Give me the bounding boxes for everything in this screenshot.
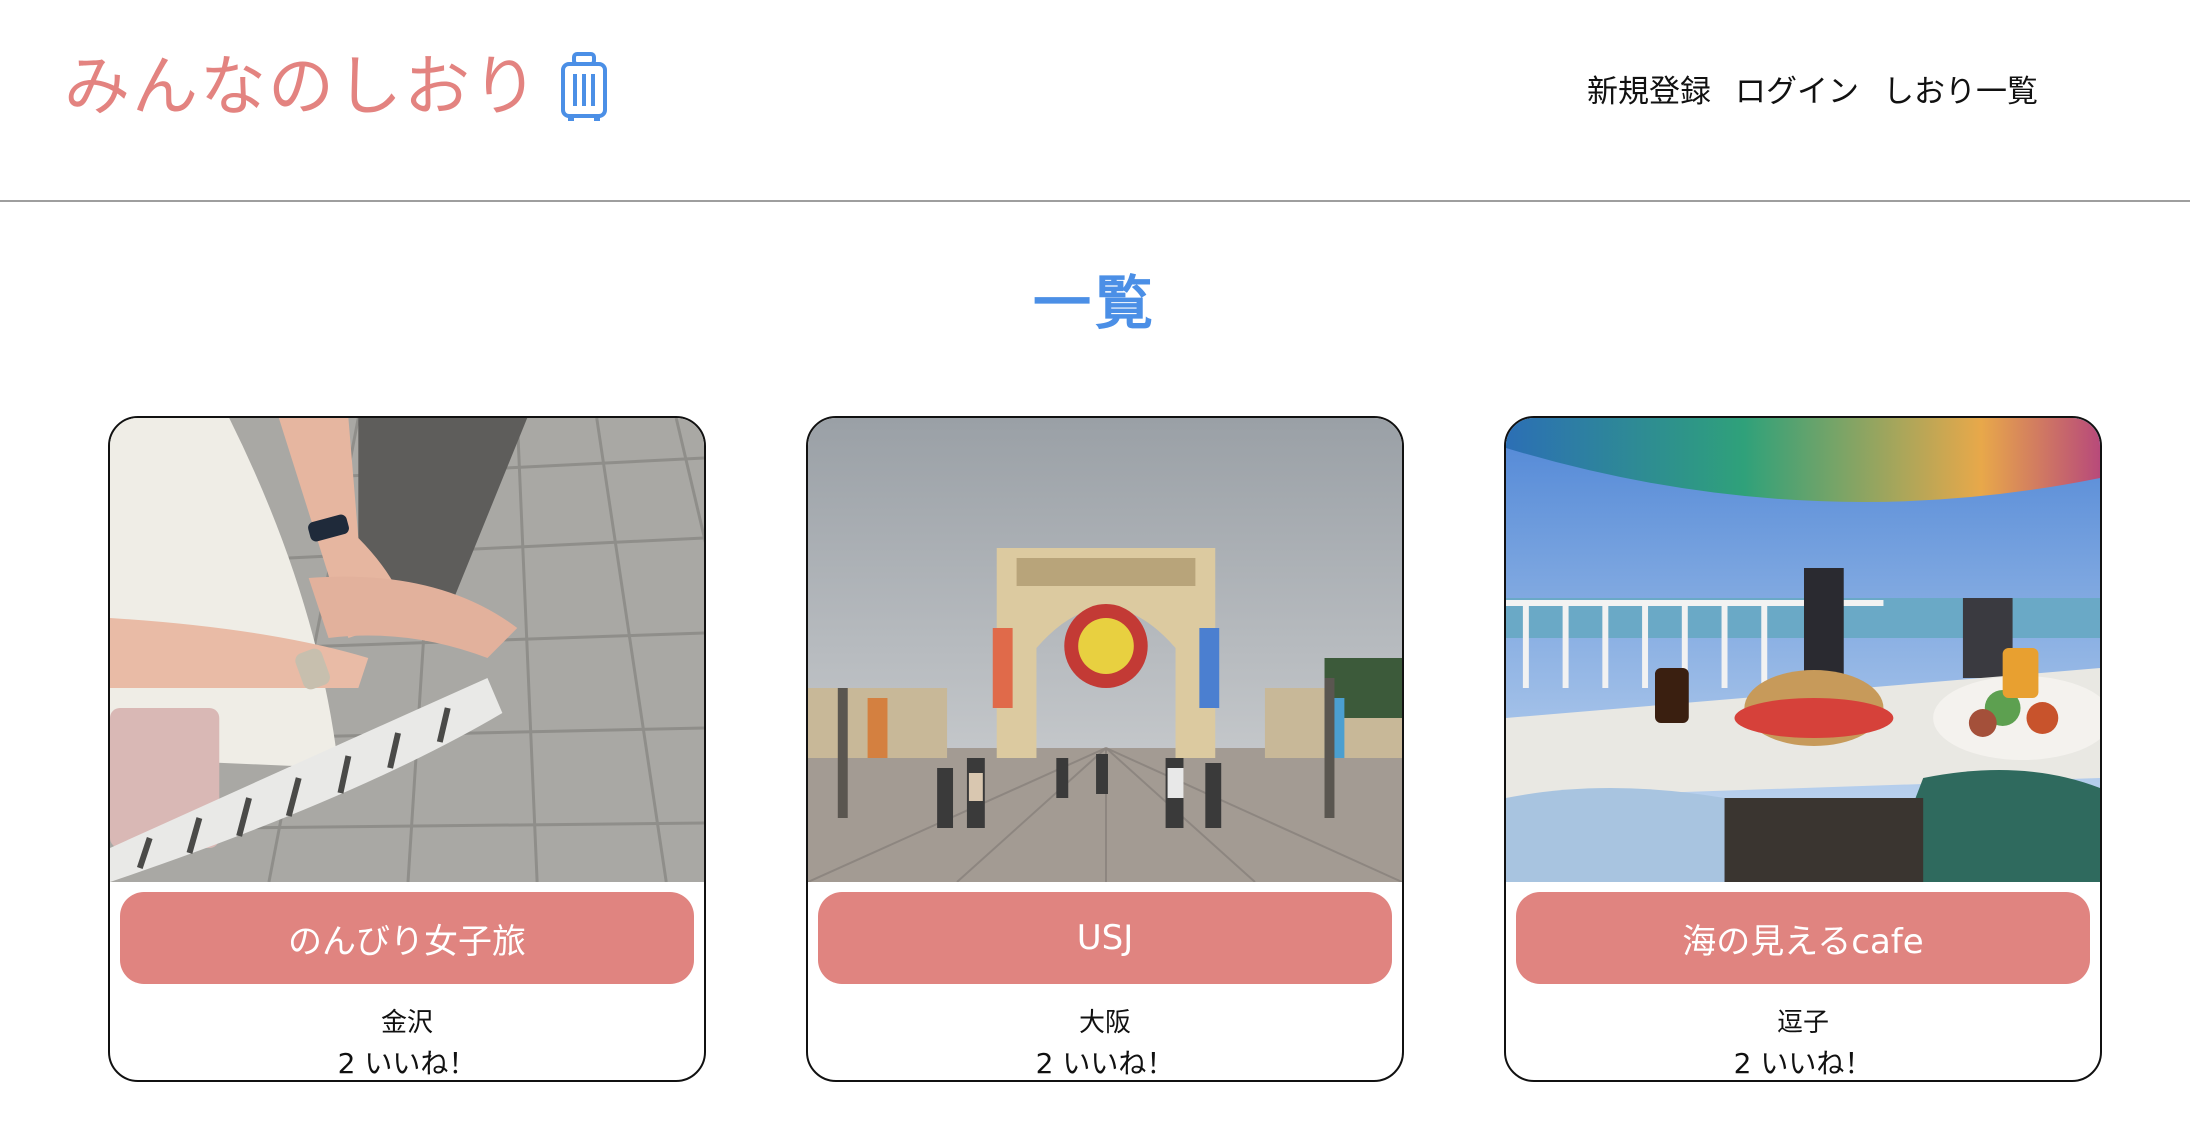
- nav-shiori-list-link[interactable]: しおり一覧: [1883, 74, 2038, 111]
- card-title-button[interactable]: のんびり女子旅: [120, 892, 694, 984]
- card-location: 逗子: [1776, 1008, 1829, 1038]
- suitcase-icon: [560, 52, 608, 122]
- card-photo-hands[interactable]: [110, 418, 704, 882]
- card-location: 金沢: [380, 1008, 433, 1038]
- card-title-button[interactable]: USJ: [818, 892, 1392, 984]
- nav-signup-link[interactable]: 新規登録: [1587, 74, 1711, 111]
- card-likes[interactable]: 2 いいね！: [808, 1042, 1402, 1080]
- card-title-button[interactable]: 海の見えるcafe: [1516, 892, 2090, 984]
- nav-login-link[interactable]: ログイン: [1735, 74, 1859, 111]
- main-nav: 新規登録 ログイン しおり一覧: [1587, 74, 2038, 111]
- shiori-card[interactable]: 海の見えるcafe 逗子 2 いいね！: [1504, 416, 2102, 1082]
- site-header: みんなのしおり 新規登録 ログイン しおり一覧: [0, 0, 2190, 202]
- page-title: 一覧: [1032, 269, 1157, 337]
- shiori-card[interactable]: USJ 大阪 2 いいね！: [806, 416, 1404, 1082]
- card-location: 大阪: [1078, 1008, 1131, 1038]
- card-photo-cafe[interactable]: [1506, 418, 2100, 882]
- card-likes[interactable]: 2 いいね！: [110, 1042, 704, 1080]
- logo-text: みんなのしおり: [64, 48, 540, 125]
- logo-link[interactable]: みんなのしおり: [64, 52, 608, 122]
- card-likes[interactable]: 2 いいね！: [1506, 1042, 2100, 1080]
- shiori-card[interactable]: のんびり女子旅 金沢 2 いいね！: [108, 416, 706, 1082]
- card-photo-gate[interactable]: [808, 418, 1402, 882]
